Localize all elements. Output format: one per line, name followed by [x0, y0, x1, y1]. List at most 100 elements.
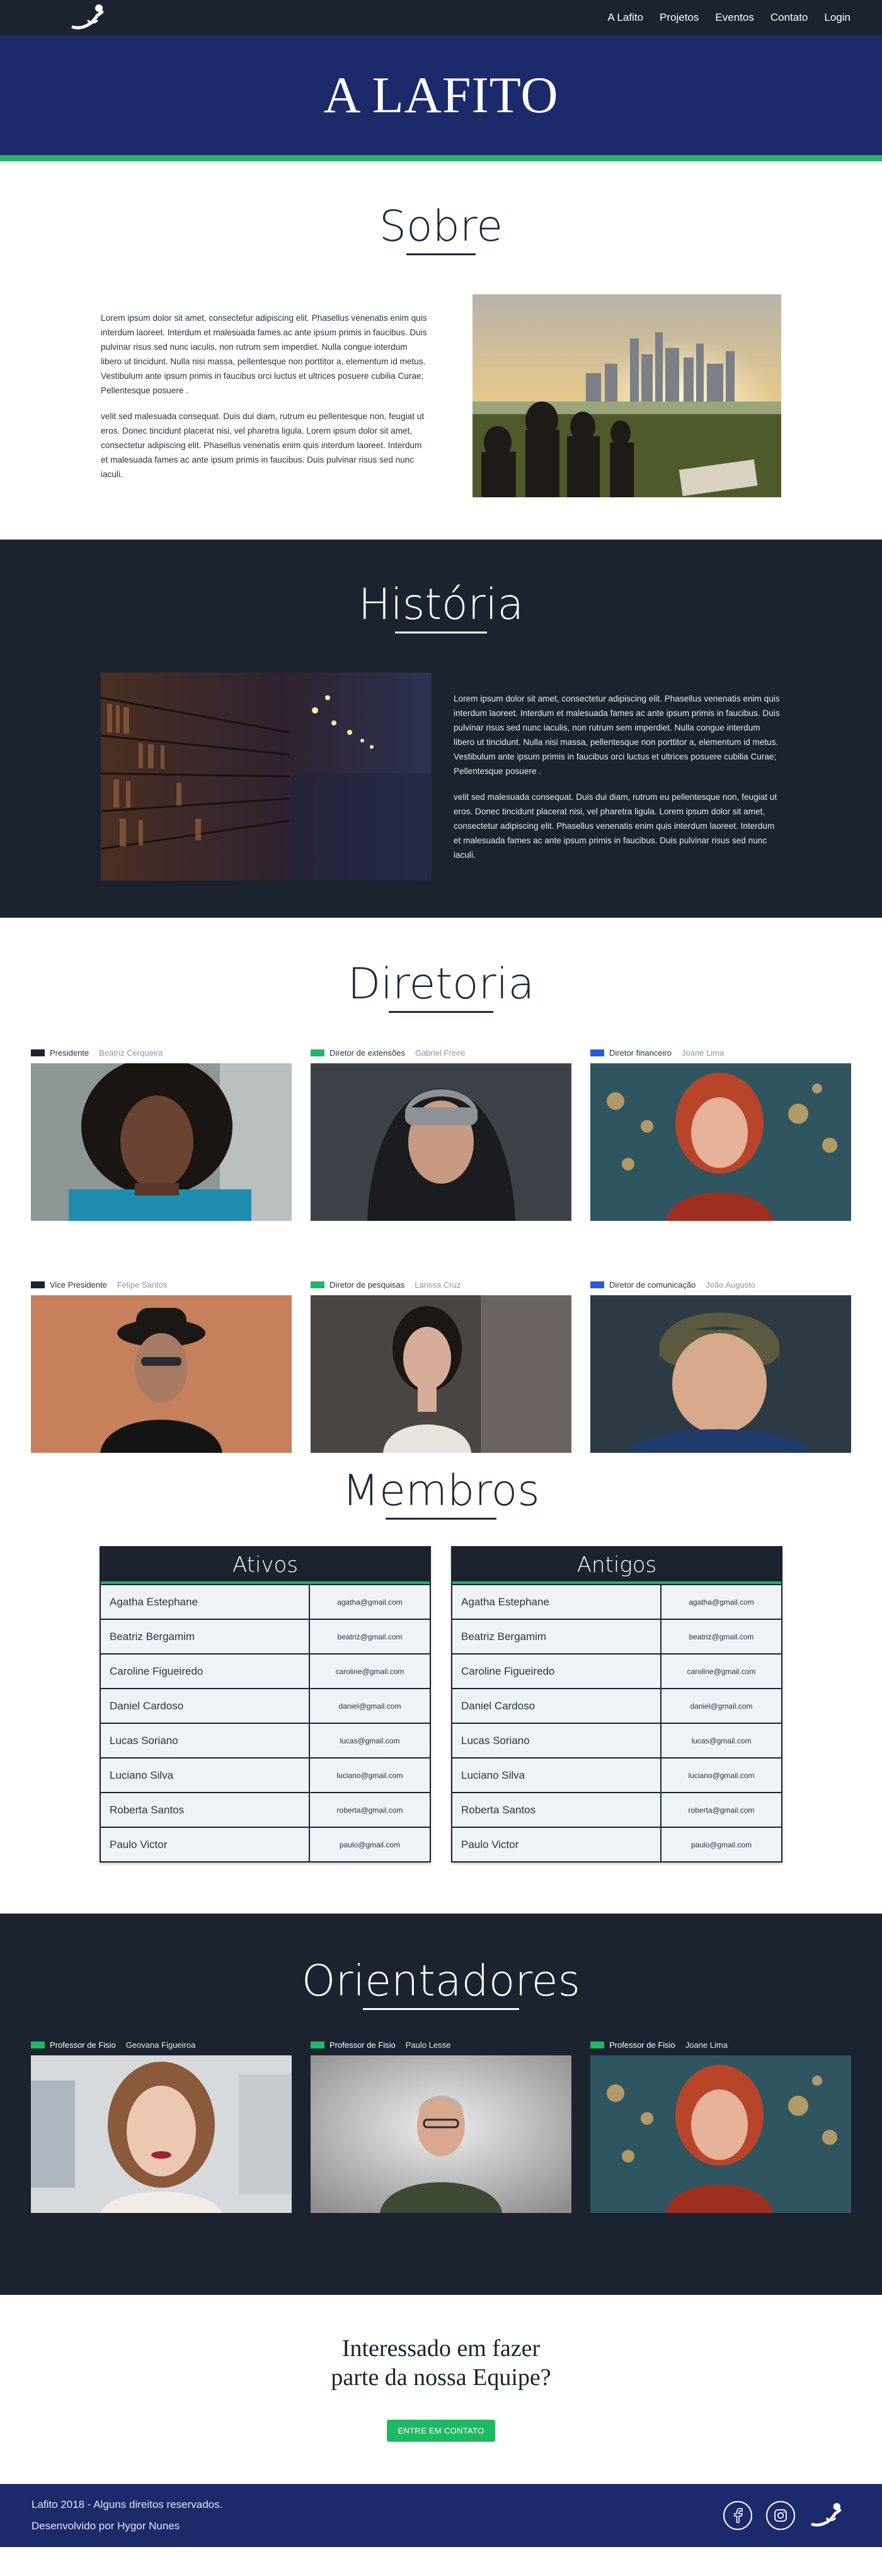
- orientadores-title: Orientadores: [301, 1956, 581, 2010]
- member-email[interactable]: roberta@gmail.com: [662, 1793, 781, 1827]
- antigos-table: Antigos Agatha Estephane agatha@gmail.com…: [451, 1546, 782, 1863]
- director-photo: [311, 1295, 571, 1453]
- member-name: Paulo Victor: [101, 1828, 310, 1861]
- member-name: Beatriz Bergamim: [452, 1620, 662, 1653]
- role-flag: [311, 1281, 324, 1288]
- director-role: Vice Presidente: [50, 1279, 107, 1290]
- nav-link-a-lafito[interactable]: A Lafito: [607, 11, 643, 24]
- director-photo: [31, 1063, 292, 1221]
- advisor-photo: [311, 2055, 571, 2213]
- footer-credits: Desenvolvido por Hygor Nunes: [32, 2520, 180, 2532]
- historia-paragraph-2: velit sed malesuada consequat. Duis dui …: [454, 792, 777, 860]
- director-role: Presidente: [50, 1048, 89, 1058]
- table-row: Daniel Cardoso daniel@gmail.com: [101, 1688, 430, 1723]
- advisor-name: Geovana Figueiroa: [125, 2040, 196, 2050]
- director-card[interactable]: Diretor financeiro Joane Lima: [590, 1046, 851, 1221]
- nav-link-login[interactable]: Login: [824, 11, 850, 24]
- advisor-role: Professor de Fisio: [329, 2040, 396, 2050]
- advisor-name: Joane Lima: [685, 2040, 728, 2050]
- ativos-table-header: Ativos: [101, 1547, 430, 1584]
- role-flag: [590, 1049, 604, 1056]
- director-role: Diretor de pesquisas: [329, 1279, 405, 1290]
- member-email[interactable]: paulo@gmail.com: [310, 1828, 430, 1861]
- table-row: Beatriz Bergamim beatriz@gmail.com: [101, 1619, 430, 1653]
- hero-banner: A LAFITO: [0, 35, 882, 161]
- instagram-icon[interactable]: [766, 2501, 795, 2530]
- member-email[interactable]: luciano@gmail.com: [662, 1759, 781, 1792]
- role-flag: [590, 2041, 604, 2048]
- member-name: Luciano Silva: [452, 1759, 662, 1792]
- member-name: Beatriz Bergamim: [101, 1620, 310, 1653]
- director-card[interactable]: Diretor de extensões Gabriel Freire: [311, 1046, 571, 1221]
- member-email[interactable]: luciano@gmail.com: [310, 1759, 430, 1792]
- member-email[interactable]: caroline@gmail.com: [310, 1655, 430, 1688]
- orientadores-section: Orientadores Professor de Fisio Geovana …: [0, 1914, 882, 2295]
- nav-link-contato[interactable]: Contato: [770, 11, 808, 24]
- member-email[interactable]: daniel@gmail.com: [310, 1689, 430, 1723]
- nav-link-projetos[interactable]: Projetos: [660, 11, 699, 24]
- nav-links: A Lafito Projetos Eventos Contato Login: [607, 11, 850, 24]
- director-photo: [311, 1063, 571, 1221]
- member-email[interactable]: caroline@gmail.com: [662, 1655, 781, 1688]
- member-name: Roberta Santos: [452, 1793, 662, 1827]
- member-email[interactable]: beatriz@gmail.com: [310, 1620, 430, 1653]
- member-name: Daniel Cardoso: [452, 1689, 662, 1723]
- role-flag: [311, 1049, 324, 1056]
- advisor-card[interactable]: Professor de Fisio Joane Lima: [590, 2038, 851, 2213]
- director-name: João Augusto: [706, 1279, 756, 1290]
- table-row: Roberta Santos roberta@gmail.com: [452, 1792, 781, 1827]
- historia-section: História Lorem ipsum dolor sit amet, con…: [0, 540, 882, 918]
- advisor-role: Professor de Fisio: [609, 2040, 675, 2050]
- member-email[interactable]: roberta@gmail.com: [310, 1793, 430, 1827]
- lafito-logo-icon[interactable]: [809, 2500, 850, 2531]
- member-email[interactable]: agatha@gmail.com: [310, 1585, 430, 1619]
- advisor-card[interactable]: Professor de Fisio Paulo Lesse: [311, 2038, 571, 2213]
- historia-paragraph-1: Lorem ipsum dolor sit amet, consectetur …: [454, 693, 780, 776]
- membros-title: Membros: [342, 1466, 540, 1520]
- historia-title: História: [358, 580, 524, 633]
- nav-link-eventos[interactable]: Eventos: [715, 11, 753, 24]
- member-email[interactable]: beatriz@gmail.com: [662, 1620, 781, 1653]
- table-row: Luciano Silva luciano@gmail.com: [452, 1757, 781, 1792]
- cta-heading: Interessado em fazer parte da nossa Equi…: [0, 2334, 882, 2392]
- member-email[interactable]: agatha@gmail.com: [662, 1585, 781, 1619]
- table-row: Roberta Santos roberta@gmail.com: [101, 1792, 430, 1827]
- member-name: Luciano Silva: [101, 1759, 310, 1792]
- cta-heading-line-1: Interessado em fazer: [341, 2335, 541, 2362]
- lafito-logo-icon[interactable]: [69, 2, 113, 33]
- diretoria-section: Diretoria Presidente Beatriz Cerqueira D…: [0, 918, 882, 1460]
- table-row: Agatha Estephane agatha@gmail.com: [101, 1584, 430, 1619]
- role-flag: [31, 2041, 45, 2048]
- director-role: Diretor de comunicação: [609, 1279, 696, 1290]
- cta-heading-line-2: parte da nossa Equipe?: [331, 2364, 551, 2391]
- facebook-icon[interactable]: [723, 2501, 752, 2530]
- director-card[interactable]: Presidente Beatriz Cerqueira: [31, 1046, 292, 1221]
- contact-button[interactable]: ENTRE EM CONTATO: [386, 2420, 496, 2442]
- member-name: Caroline Figueiredo: [101, 1655, 310, 1688]
- historia-photo: [101, 673, 432, 881]
- sobre-title: Sobre: [379, 202, 503, 255]
- director-card[interactable]: Diretor de comunicação João Augusto: [590, 1278, 851, 1453]
- table-row: Luciano Silva luciano@gmail.com: [101, 1757, 430, 1792]
- member-name: Daniel Cardoso: [101, 1689, 310, 1723]
- footer: Lafito 2018 - Alguns direitos reservados…: [0, 2484, 882, 2547]
- table-row: Agatha Estephane agatha@gmail.com: [452, 1584, 781, 1619]
- member-email[interactable]: lucas@gmail.com: [662, 1724, 781, 1757]
- historia-text: Lorem ipsum dolor sit amet, consectetur …: [454, 691, 781, 862]
- table-row: Paulo Victor paulo@gmail.com: [101, 1827, 430, 1861]
- member-email[interactable]: daniel@gmail.com: [662, 1689, 781, 1723]
- sobre-section: Sobre Lorem ipsum dolor sit amet, consec…: [0, 161, 882, 540]
- table-row: Daniel Cardoso daniel@gmail.com: [452, 1688, 781, 1723]
- director-card[interactable]: Diretor de pesquisas Larissa Cruz: [311, 1278, 571, 1453]
- diretoria-title: Diretoria: [347, 959, 535, 1013]
- member-email[interactable]: lucas@gmail.com: [310, 1724, 430, 1757]
- advisor-card[interactable]: Professor de Fisio Geovana Figueiroa: [31, 2038, 292, 2213]
- advisor-photo: [590, 2055, 851, 2213]
- membros-section: Membros Ativos Agatha Estephane agatha@gm…: [0, 1460, 882, 1914]
- antigos-table-header: Antigos: [452, 1547, 781, 1584]
- director-photo: [31, 1295, 292, 1453]
- member-email[interactable]: paulo@gmail.com: [662, 1828, 781, 1861]
- advisor-role: Professor de Fisio: [50, 2040, 116, 2050]
- director-card[interactable]: Vice Presidente Felipe Santos: [31, 1278, 292, 1453]
- member-name: Lucas Soriano: [101, 1724, 310, 1757]
